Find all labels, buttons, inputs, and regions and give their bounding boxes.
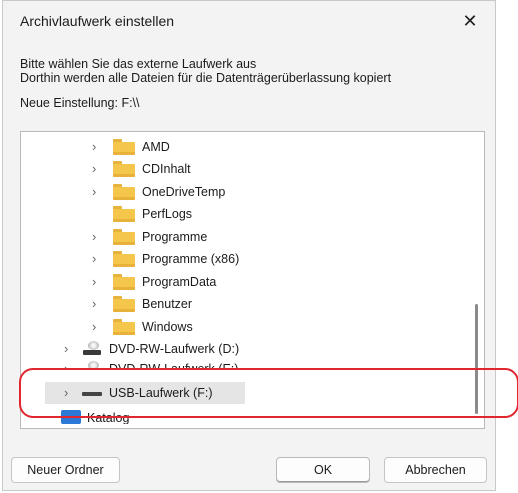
folder-tree[interactable]: › AMD › CDInhalt › OneDriveTemp PerfLogs… (20, 131, 485, 429)
chevron-right-icon[interactable]: › (92, 275, 102, 288)
chevron-right-icon[interactable]: › (64, 362, 74, 370)
computer-icon (61, 410, 81, 424)
cancel-button[interactable]: Abbrechen (384, 457, 487, 483)
title-bar: Archivlaufwerk einstellen ✕ (3, 1, 495, 41)
folder-icon (113, 251, 135, 267)
instruction-text: Bitte wählen Sie das externe Laufwerk au… (20, 57, 257, 71)
tree-item-label: Programme (x86) (142, 252, 240, 266)
tree-folder-item[interactable]: › AMD (21, 136, 469, 158)
chevron-right-icon[interactable]: › (92, 252, 102, 265)
tree-folder-item[interactable]: › Programme (x86) (21, 248, 469, 270)
tree-item-label: AMD (142, 140, 170, 154)
tree-item-label: Programme (142, 230, 208, 244)
tree-folder-item[interactable]: › Windows (21, 316, 469, 338)
tree-catalog-item[interactable]: Katalog (21, 406, 469, 424)
tree-folder-item[interactable]: PerfLogs (21, 203, 469, 225)
tree-item-label: CDInhalt (142, 162, 191, 176)
tree-folder-item[interactable]: › Programme (21, 226, 469, 248)
instruction-text-2: Dorthin werden alle Dateien für die Date… (20, 71, 392, 85)
chevron-right-icon[interactable]: › (92, 162, 102, 175)
folder-icon (113, 319, 135, 335)
current-setting-label: Neue Einstellung: F:\\ (20, 96, 140, 110)
tree-item-label: PerfLogs (142, 207, 193, 221)
tree-item-label: OneDriveTemp (142, 185, 226, 199)
folder-icon (113, 229, 135, 245)
scrollbar-thumb[interactable] (475, 304, 478, 414)
folder-icon (113, 296, 135, 312)
chevron-right-icon[interactable]: › (92, 185, 102, 198)
chevron-right-icon[interactable]: › (92, 230, 102, 243)
tree-item-label: DVD-RW-Laufwerk (E:) (109, 362, 239, 370)
ok-button[interactable]: OK (276, 457, 370, 483)
tree-folder-item[interactable]: › ProgramData (21, 271, 469, 293)
folder-icon (113, 139, 135, 155)
tree-item-label: USB-Laufwerk (F:) (109, 386, 213, 400)
tree-drive-item-selected[interactable]: › USB-Laufwerk (F:) (45, 382, 245, 404)
tree-folder-item[interactable]: › Benutzer (21, 293, 469, 315)
tree-scrollbar[interactable] (472, 136, 482, 424)
close-icon[interactable]: ✕ (455, 7, 485, 35)
folder-icon (113, 274, 135, 290)
tree-drive-item[interactable]: › DVD-RW-Laufwerk (E:) (21, 358, 469, 370)
dialog-title: Archivlaufwerk einstellen (20, 13, 175, 29)
folder-icon (113, 161, 135, 177)
tree-folder-item[interactable]: › OneDriveTemp (21, 181, 469, 203)
usb-drive-icon (82, 385, 102, 401)
tree-drive-item[interactable]: › DVD-RW-Laufwerk (D:) (21, 338, 469, 360)
tree-item-label: Katalog (87, 411, 130, 424)
dialog-window: Archivlaufwerk einstellen ✕ Bitte wählen… (2, 0, 496, 491)
chevron-right-icon[interactable]: › (92, 140, 102, 153)
chevron-right-icon[interactable]: › (64, 386, 74, 399)
dvd-drive-icon (82, 341, 102, 357)
dvd-drive-icon (82, 361, 102, 370)
chevron-right-icon[interactable]: › (92, 297, 102, 310)
chevron-right-icon[interactable]: › (64, 342, 74, 355)
tree-item-label: ProgramData (142, 275, 217, 289)
tree-item-label: Windows (142, 320, 193, 334)
new-folder-button[interactable]: Neuer Ordner (11, 457, 120, 483)
tree-item-label: Benutzer (142, 297, 193, 311)
tree-item-label: DVD-RW-Laufwerk (D:) (109, 342, 240, 356)
folder-icon (113, 184, 135, 200)
chevron-right-icon[interactable]: › (92, 320, 102, 333)
folder-icon (113, 206, 135, 222)
tree-folder-item[interactable]: › CDInhalt (21, 158, 469, 180)
